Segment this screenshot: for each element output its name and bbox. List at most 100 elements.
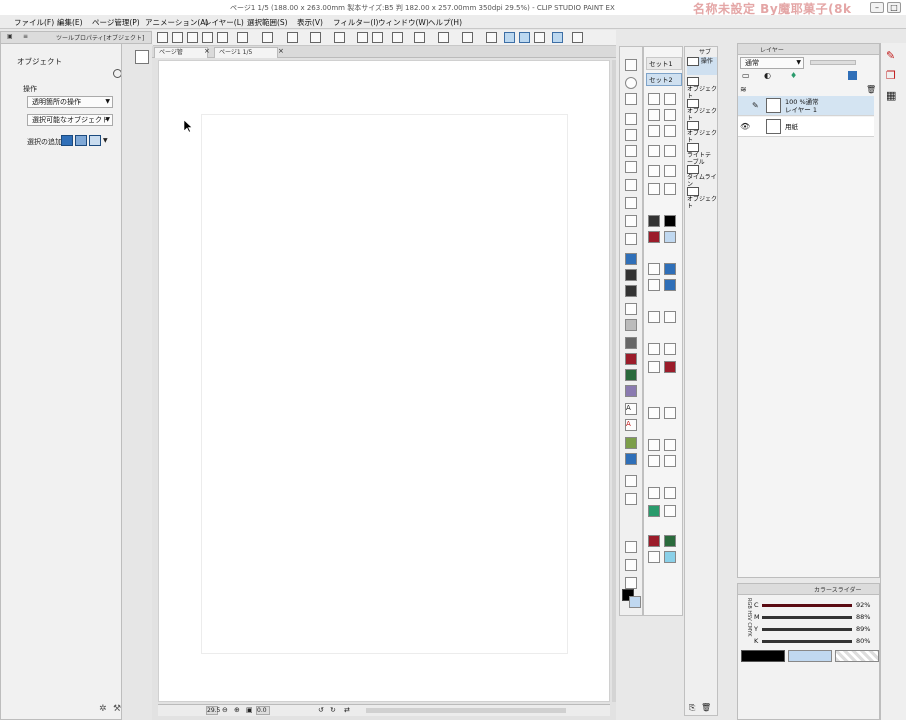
tool-icon[interactable] [664,407,676,419]
eraser-tool-icon[interactable] [625,113,637,125]
tool-icon[interactable] [648,109,660,121]
brush-icon[interactable]: ✎ [886,49,901,62]
slider-value[interactable]: 89% [856,625,870,633]
export-icon[interactable] [217,32,228,43]
text-red-tool-icon[interactable]: A [625,419,637,431]
tool-icon[interactable] [664,215,676,227]
visibility-eye-icon[interactable]: 👁 [740,122,750,131]
zoom-in-icon[interactable]: ⊕ [234,706,240,714]
slider-k[interactable]: K 80% [754,636,879,647]
tool-icon[interactable] [648,125,660,137]
slider-value[interactable]: 92% [856,601,870,609]
slider-track[interactable] [762,640,852,643]
transparent-color-preview[interactable] [835,650,879,662]
tool-icon[interactable] [648,551,660,563]
sub-color-swatch[interactable] [629,596,641,608]
blend-tool-icon[interactable] [625,269,637,281]
selection-subtract-icon[interactable] [89,135,101,146]
menu-view[interactable]: 表示(V) [297,17,323,28]
delete-layer-icon[interactable]: 🗑 [866,85,876,94]
tool-icon[interactable] [664,231,676,243]
mode-tab-hsv[interactable]: HSV [746,610,752,620]
navigator-icon[interactable] [135,50,149,64]
page-manage-icon[interactable] [172,32,183,43]
slider-y[interactable]: Y 89% [754,624,879,635]
transparent-operation-dropdown[interactable]: 透明箇所の操作 ▼ [27,96,113,108]
decoration-tool-icon[interactable] [625,303,637,315]
tool-icon[interactable] [648,279,660,291]
selection-new-icon[interactable] [61,135,73,146]
tab-page-manager[interactable]: ページ管 [154,47,208,58]
mode-tab-rgb[interactable]: RGB [746,598,752,609]
sub-tool-item[interactable]: オブジェクト [687,187,717,210]
sub-tool-operation[interactable]: 操作 [687,57,717,75]
frame-tool-icon[interactable] [625,353,637,365]
crop-icon[interactable] [392,32,403,43]
tool-icon[interactable] [648,311,660,323]
menu-edit[interactable]: 編集(E) [57,17,83,28]
menu-page[interactable]: ページ管理(P) [92,17,140,28]
brush-size-icon[interactable] [625,559,637,571]
menu-animation[interactable]: アニメーション(A) [145,17,208,28]
blur-tool-icon[interactable] [625,285,637,297]
set1-group[interactable]: セット1 [646,57,682,70]
layer-mask-icon[interactable]: ◐ [764,71,771,80]
tool-icon[interactable] [648,93,660,105]
text-tool-icon[interactable]: A [625,403,637,415]
color-mode-tabs[interactable]: RGB HSV CMYK [740,598,752,650]
panel-tab-icon[interactable]: ≡ [23,33,28,43]
tool-icon[interactable] [664,125,676,137]
fit-view-icon[interactable]: ▣ [246,706,253,714]
color-picker-tool-icon[interactable] [625,453,637,465]
menu-file[interactable]: ファイル(F) [14,17,54,28]
lasso-tool-icon[interactable] [625,77,637,89]
snap-special-ruler-icon[interactable] [519,32,530,43]
move-tool-icon[interactable] [625,129,637,141]
tool-icon[interactable] [648,145,660,157]
tool-icon[interactable] [664,263,676,275]
brush-tool-icon[interactable] [625,179,637,191]
brush-size-icon[interactable] [625,541,637,553]
vertical-scrollbar[interactable] [612,60,616,702]
tool-icon[interactable] [648,439,660,451]
rotate-icon[interactable] [414,32,425,43]
object-tool-icon[interactable] [625,475,637,487]
tool-icon[interactable] [648,361,660,373]
copy-sub-tool-icon[interactable]: ⎘ [689,703,695,713]
tool-icon[interactable] [648,215,660,227]
brush-density-icon[interactable] [625,577,637,589]
opacity-slider[interactable] [810,60,856,65]
set2-group[interactable]: セット2 [646,73,682,86]
transform-icon[interactable] [310,32,321,43]
pencil-tool-icon[interactable] [625,215,637,227]
layer-lock-icon[interactable]: ▭ [742,71,750,80]
menu-help[interactable]: ヘルプ(H) [428,17,462,28]
slider-track[interactable] [762,628,852,631]
layer-icon[interactable] [438,32,449,43]
fill-icon[interactable] [287,32,298,43]
snap-ruler-icon[interactable] [504,32,515,43]
tool-property-tab[interactable]: ツールプロパティ[オブジェクト] [56,33,144,43]
selectable-object-dropdown[interactable]: 選択可能なオブジェクト ▼ [27,114,113,126]
save-icon[interactable] [202,32,213,43]
maximize-button[interactable]: □ [887,2,901,13]
layer-property-icon[interactable]: ❐ [886,69,901,82]
operation-tool-icon[interactable] [625,493,637,505]
tool-icon[interactable] [664,361,676,373]
slider-c[interactable]: C 92% [754,600,879,611]
rotate-left-icon[interactable]: ↺ [318,706,324,714]
balloon-tool-icon[interactable] [625,385,637,397]
zoom-out-icon[interactable]: ⊖ [222,706,228,714]
tool-icon[interactable] [664,455,676,467]
tool-icon[interactable] [664,439,676,451]
mode-tab-cmyk[interactable]: CMYK [746,622,752,636]
tool-icon[interactable] [648,183,660,195]
slider-track[interactable] [762,604,852,607]
tool-icon[interactable] [664,505,676,517]
tool-icon[interactable] [648,407,660,419]
tool-icon[interactable] [664,165,676,177]
menu-window[interactable]: ウィンドウ(W) [378,17,429,28]
menu-selection[interactable]: 選択範囲(S) [247,17,288,28]
fill-tool-icon[interactable] [625,253,637,265]
tool-icon[interactable] [648,165,660,177]
